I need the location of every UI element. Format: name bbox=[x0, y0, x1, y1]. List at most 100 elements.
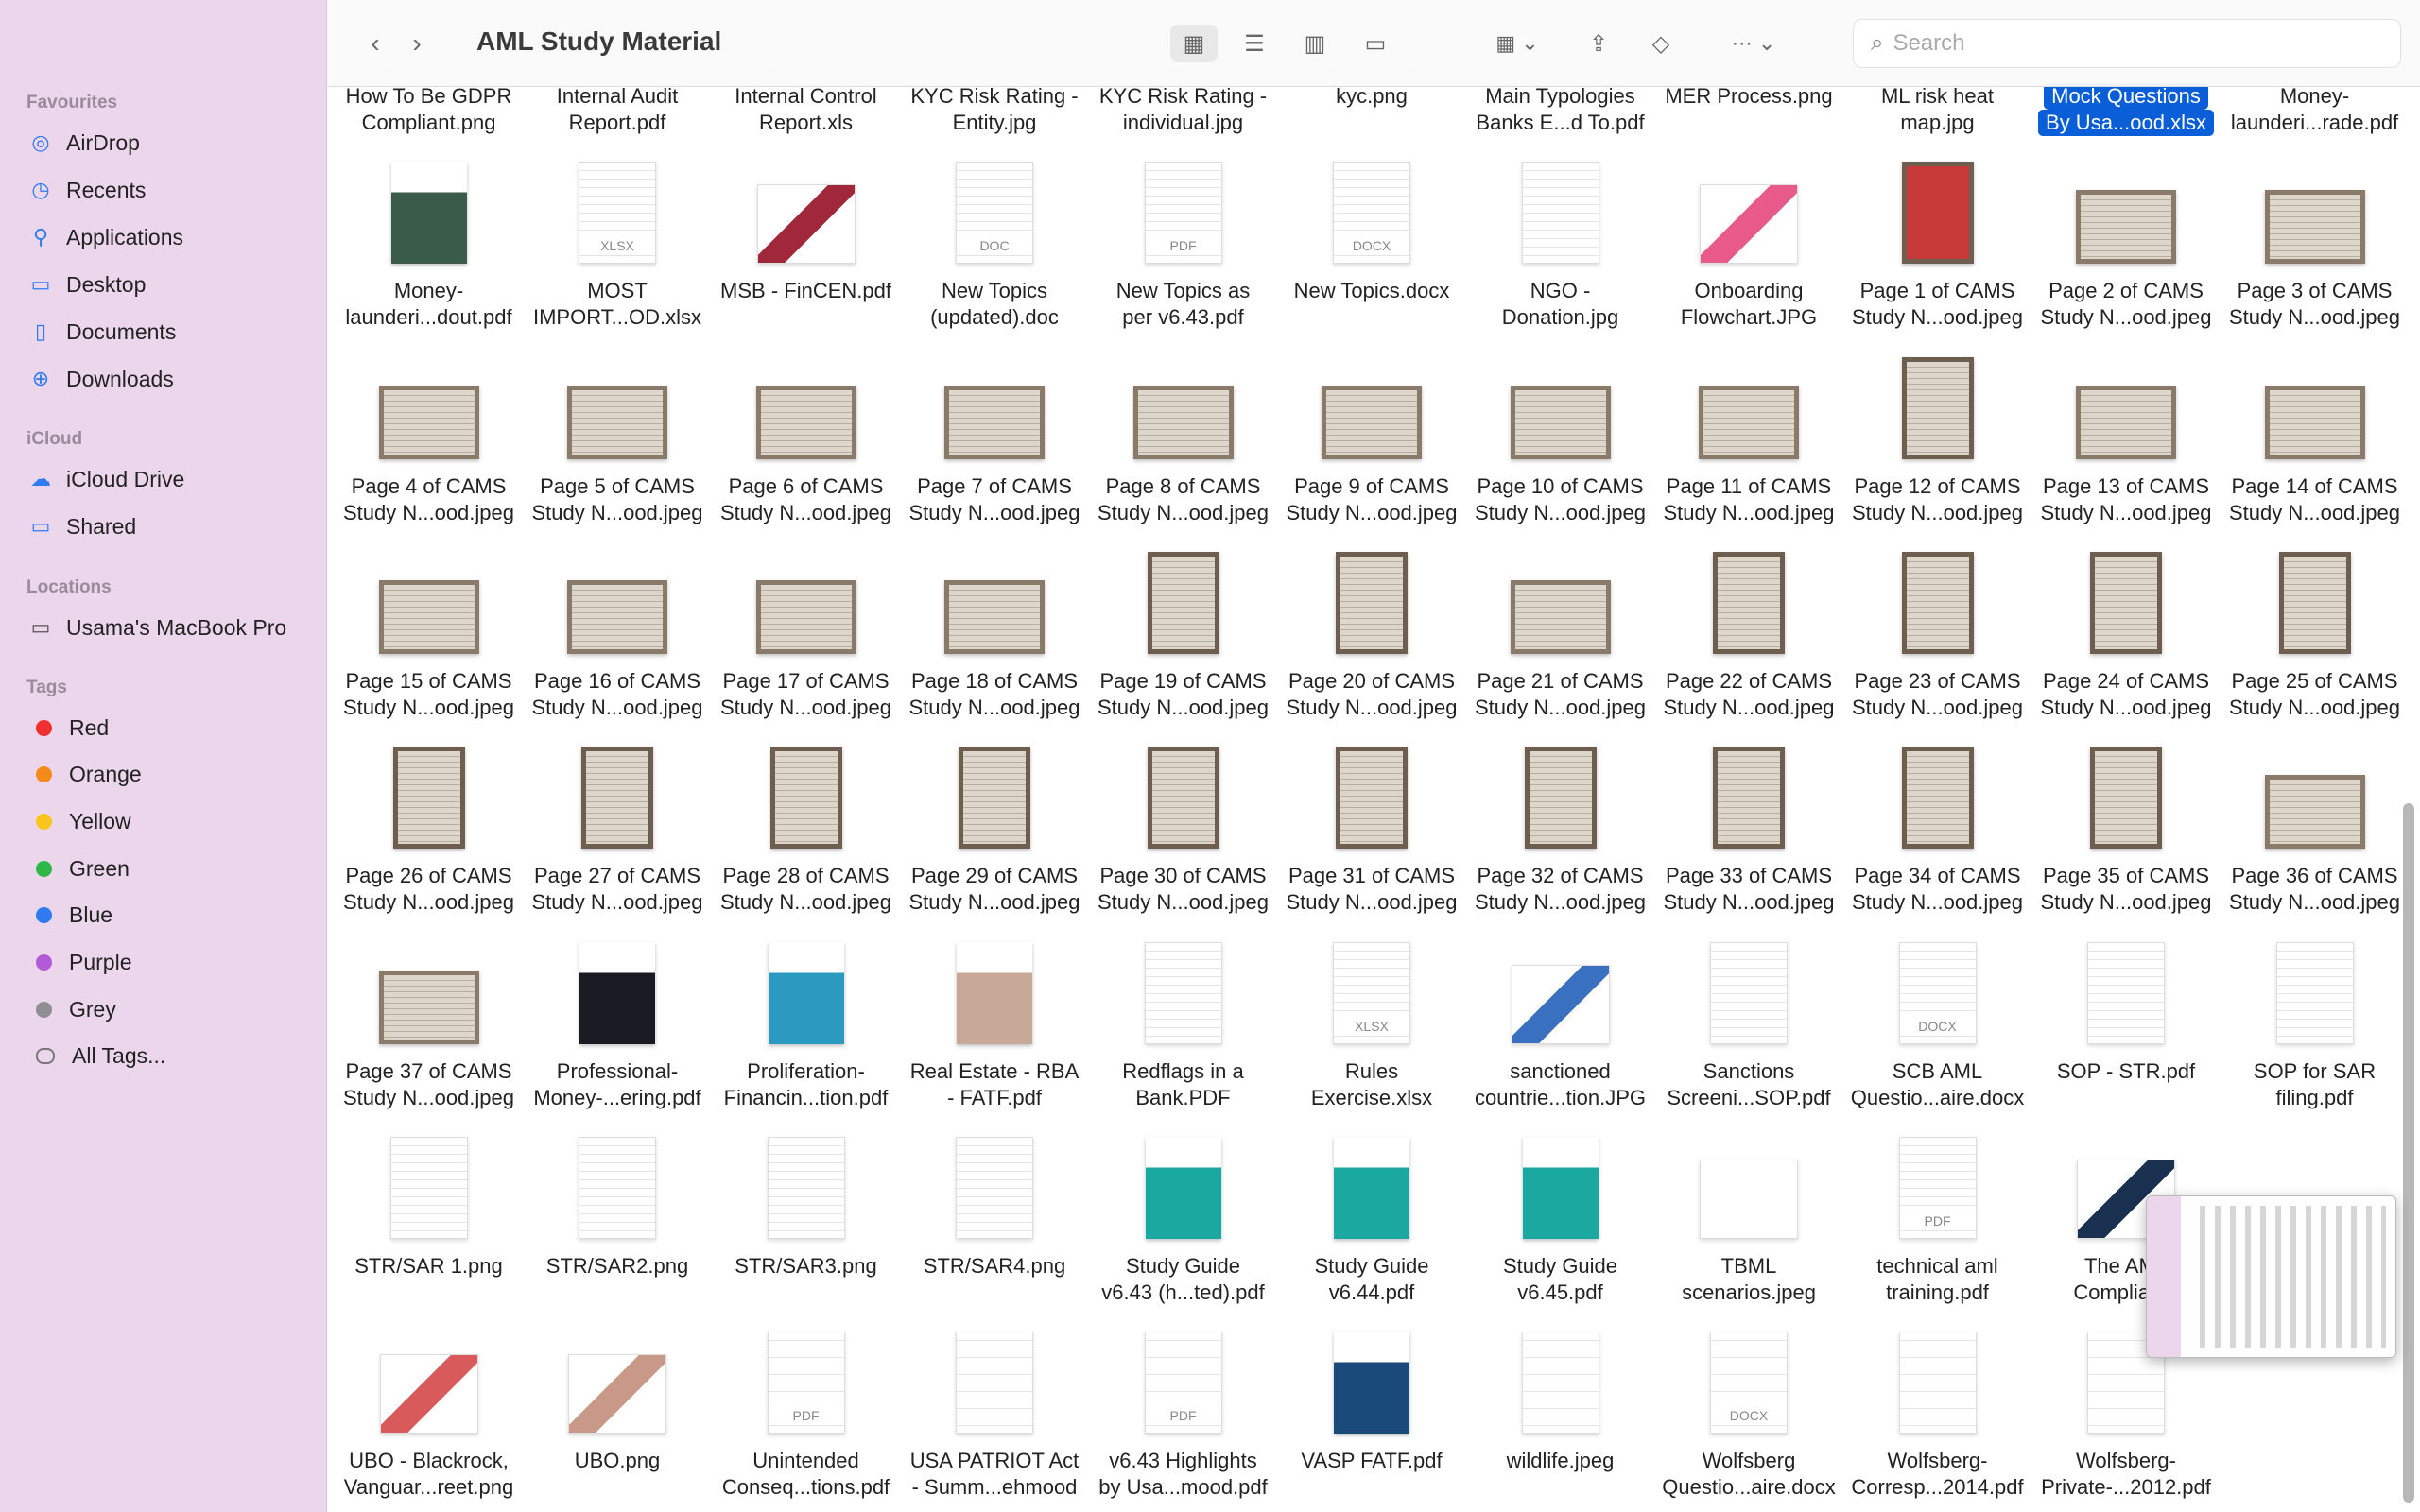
file-item[interactable]: DOCX New Topics.docx bbox=[1278, 141, 1466, 335]
sidebar-item-yellow[interactable]: Yellow bbox=[28, 802, 131, 840]
sidebar-item-usama-s-macbook-pro[interactable]: ▭ Usama's MacBook Pro bbox=[28, 609, 287, 646]
file-item[interactable]: PDF v6.43 Highlights by Usa...mood.pdf bbox=[1089, 1311, 1277, 1505]
search-input[interactable]: ⌕ Search bbox=[1853, 19, 2401, 68]
file-item[interactable]: Page 37 of CAMS Study N...ood.jpeg bbox=[335, 921, 523, 1116]
sidebar-item-red[interactable]: Red bbox=[28, 709, 109, 747]
file-item[interactable]: DOC New Topics (updated).doc bbox=[901, 141, 1089, 335]
file-item[interactable]: Page 28 of CAMS Study N...ood.jpeg bbox=[712, 726, 900, 920]
list-view-button[interactable]: ☰ bbox=[1231, 25, 1278, 62]
file-item[interactable]: STR/SAR 1.png bbox=[335, 1116, 523, 1311]
sidebar-item-icloud-drive[interactable]: ☁ iCloud Drive bbox=[28, 460, 184, 498]
file-item[interactable]: Page 1 of CAMS Study N...ood.jpeg bbox=[1843, 141, 2031, 335]
file-item[interactable]: Page 34 of CAMS Study N...ood.jpeg bbox=[1843, 726, 2031, 920]
file-item[interactable]: Page 26 of CAMS Study N...ood.jpeg bbox=[335, 726, 523, 920]
sidebar-item-blue[interactable]: Blue bbox=[28, 897, 112, 935]
icon-view-button[interactable]: ▦ bbox=[1170, 25, 1218, 62]
sidebar-item-airdrop[interactable]: ◎ AirDrop bbox=[28, 124, 140, 162]
sidebar-item-purple[interactable]: Purple bbox=[28, 944, 131, 982]
action-button[interactable]: ⋯ ⌄ bbox=[1720, 25, 1787, 62]
file-item[interactable]: STR/SAR3.png bbox=[712, 1116, 900, 1311]
file-item[interactable]: Page 5 of CAMS Study N...ood.jpeg bbox=[524, 336, 712, 531]
file-item[interactable]: Page 23 of CAMS Study N...ood.jpeg bbox=[1843, 531, 2031, 726]
file-item[interactable]: Page 3 of CAMS Study N...ood.jpeg bbox=[2221, 141, 2401, 335]
sidebar-item-green[interactable]: Green bbox=[28, 850, 130, 887]
file-item[interactable]: Professional- Money-...ering.pdf bbox=[524, 921, 712, 1116]
file-item[interactable]: Page 15 of CAMS Study N...ood.jpeg bbox=[335, 531, 523, 726]
file-item[interactable]: Money-launderi...dout.pdf bbox=[335, 141, 523, 335]
file-item[interactable]: Page 25 of CAMS Study N...ood.jpeg bbox=[2221, 531, 2401, 726]
file-item[interactable]: Page 21 of CAMS Study N...ood.jpeg bbox=[1466, 531, 1654, 726]
file-item[interactable]: Page 6 of CAMS Study N...ood.jpeg bbox=[712, 336, 900, 531]
file-item[interactable]: Page 19 of CAMS Study N...ood.jpeg bbox=[1089, 531, 1277, 726]
file-item[interactable]: DOCX SCB AML Questio...aire.docx bbox=[1843, 921, 2031, 1116]
file-item[interactable]: SOP for SAR filing.pdf bbox=[2221, 921, 2401, 1116]
file-item[interactable]: Page 11 of CAMS Study N...ood.jpeg bbox=[1655, 336, 1843, 531]
tag-button[interactable]: ◇ bbox=[1637, 25, 1685, 62]
file-item[interactable]: Page 10 of CAMS Study N...ood.jpeg bbox=[1466, 336, 1654, 531]
sidebar-item-shared[interactable]: ▭ Shared bbox=[28, 507, 137, 545]
file-item[interactable]: UBO.png bbox=[524, 1311, 712, 1505]
file-item[interactable]: Page 33 of CAMS Study N...ood.jpeg bbox=[1655, 726, 1843, 920]
file-item[interactable]: sanctioned countrie...tion.JPG bbox=[1466, 921, 1654, 1116]
gallery-view-button[interactable]: ▭ bbox=[1352, 25, 1399, 62]
file-item[interactable]: Page 36 of CAMS Study N...ood.jpeg bbox=[2221, 726, 2401, 920]
file-item[interactable]: TBML scenarios.jpeg bbox=[1655, 1116, 1843, 1311]
sidebar-item-orange[interactable]: Orange bbox=[28, 756, 142, 794]
file-item[interactable]: XLSX Rules Exercise.xlsx bbox=[1278, 921, 1466, 1116]
file-item[interactable]: DOCX Wolfsberg Questio...aire.docx bbox=[1655, 1311, 1843, 1505]
file-item[interactable]: Page 30 of CAMS Study N...ood.jpeg bbox=[1089, 726, 1277, 920]
file-item[interactable]: VASP FATF.pdf bbox=[1278, 1311, 1466, 1505]
sidebar-item-recents[interactable]: ◷ Recents bbox=[28, 171, 146, 209]
file-item[interactable]: Page 18 of CAMS Study N...ood.jpeg bbox=[901, 531, 1089, 726]
file-item[interactable]: USA PATRIOT Act - Summ...ehmood bbox=[901, 1311, 1089, 1505]
forward-button[interactable]: › bbox=[403, 25, 431, 62]
file-item[interactable]: STR/SAR2.png bbox=[524, 1116, 712, 1311]
sidebar-item-desktop[interactable]: ▭ Desktop bbox=[28, 266, 147, 303]
file-item[interactable]: PDF technical aml training.pdf bbox=[1843, 1116, 2031, 1311]
file-item[interactable]: Page 20 of CAMS Study N...ood.jpeg bbox=[1278, 531, 1466, 726]
file-item[interactable]: Wolfsberg- Corresp...2014.pdf bbox=[1843, 1311, 2031, 1505]
file-item[interactable]: Study Guide v6.44.pdf bbox=[1278, 1116, 1466, 1311]
file-item[interactable]: XLSX MOST IMPORT...OD.xlsx bbox=[524, 141, 712, 335]
file-item[interactable]: Page 7 of CAMS Study N...ood.jpeg bbox=[901, 336, 1089, 531]
back-button[interactable]: ‹ bbox=[361, 25, 389, 62]
file-item[interactable]: Study Guide v6.43 (h...ted).pdf bbox=[1089, 1116, 1277, 1311]
sidebar-item-applications[interactable]: ⚲ Applications bbox=[28, 218, 183, 256]
sidebar-item-documents[interactable]: ▯ Documents bbox=[28, 313, 176, 351]
screenshot-preview-thumbnail[interactable] bbox=[2146, 1195, 2396, 1358]
column-view-button[interactable]: ▥ bbox=[1291, 25, 1339, 62]
file-item[interactable]: Page 2 of CAMS Study N...ood.jpeg bbox=[2032, 141, 2221, 335]
file-item[interactable]: Page 8 of CAMS Study N...ood.jpeg bbox=[1089, 336, 1277, 531]
file-item[interactable]: Page 16 of CAMS Study N...ood.jpeg bbox=[524, 531, 712, 726]
share-button[interactable]: ⇪ bbox=[1575, 25, 1622, 62]
file-item[interactable]: Study Guide v6.45.pdf bbox=[1466, 1116, 1654, 1311]
file-item[interactable]: Page 22 of CAMS Study N...ood.jpeg bbox=[1655, 531, 1843, 726]
file-item[interactable]: MSB - FinCEN.pdf bbox=[712, 141, 900, 335]
file-item[interactable]: Sanctions Screeni...SOP.pdf bbox=[1655, 921, 1843, 1116]
file-item[interactable]: NGO - Donation.jpg bbox=[1466, 141, 1654, 335]
sidebar-item-all-tags-[interactable]: All Tags... bbox=[28, 1038, 165, 1075]
sidebar-item-downloads[interactable]: ⊕ Downloads bbox=[28, 360, 174, 398]
file-item[interactable]: Page 24 of CAMS Study N...ood.jpeg bbox=[2032, 531, 2221, 726]
file-item[interactable]: SOP - STR.pdf bbox=[2032, 921, 2221, 1116]
file-item[interactable]: PDF Unintended Conseq...tions.pdf bbox=[712, 1311, 900, 1505]
file-item[interactable]: Page 9 of CAMS Study N...ood.jpeg bbox=[1278, 336, 1466, 531]
group-button[interactable]: ▦ ⌄ bbox=[1484, 25, 1550, 62]
sidebar-item-grey[interactable]: Grey bbox=[28, 990, 116, 1028]
file-item[interactable]: UBO - Blackrock, Vanguar...reet.png bbox=[335, 1311, 523, 1505]
file-item[interactable]: STR/SAR4.png bbox=[901, 1116, 1089, 1311]
file-item[interactable]: Page 32 of CAMS Study N...ood.jpeg bbox=[1466, 726, 1654, 920]
file-item[interactable]: Page 13 of CAMS Study N...ood.jpeg bbox=[2032, 336, 2221, 531]
vertical-scrollbar[interactable] bbox=[2403, 803, 2414, 1503]
file-item[interactable]: Page 31 of CAMS Study N...ood.jpeg bbox=[1278, 726, 1466, 920]
file-item[interactable]: Redflags in a Bank.PDF bbox=[1089, 921, 1277, 1116]
file-item[interactable]: Page 4 of CAMS Study N...ood.jpeg bbox=[335, 336, 523, 531]
file-item[interactable]: wildlife.jpeg bbox=[1466, 1311, 1654, 1505]
file-item[interactable]: PDF New Topics as per v6.43.pdf bbox=[1089, 141, 1277, 335]
file-item[interactable]: Page 27 of CAMS Study N...ood.jpeg bbox=[524, 726, 712, 920]
file-item[interactable]: Page 35 of CAMS Study N...ood.jpeg bbox=[2032, 726, 2221, 920]
file-item[interactable]: Page 29 of CAMS Study N...ood.jpeg bbox=[901, 726, 1089, 920]
file-item[interactable]: Onboarding Flowchart.JPG bbox=[1655, 141, 1843, 335]
file-item[interactable]: Real Estate - RBA - FATF.pdf bbox=[901, 921, 1089, 1116]
file-item[interactable]: Page 17 of CAMS Study N...ood.jpeg bbox=[712, 531, 900, 726]
